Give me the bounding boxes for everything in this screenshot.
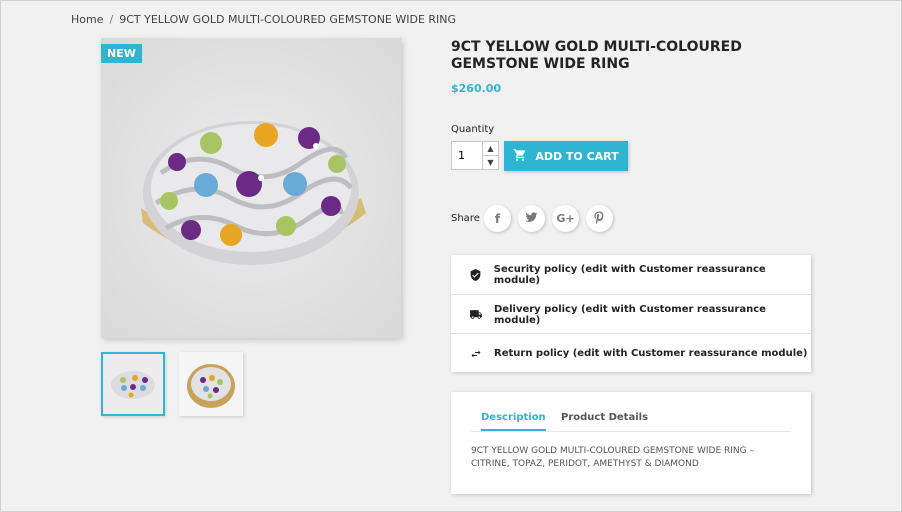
tab-divider — [471, 431, 791, 432]
breadcrumb-home-link[interactable]: Home — [71, 13, 103, 26]
reassurance-text: Return policy (edit with Customer reassu… — [494, 348, 808, 359]
reassurance-text: Delivery policy (edit with Customer reas… — [494, 303, 766, 326]
share-google-plus-button[interactable]: G+ — [552, 205, 579, 232]
pinterest-icon — [593, 211, 606, 227]
add-to-cart-label: ADD TO CART — [535, 149, 619, 163]
thumbnail-1[interactable] — [101, 352, 165, 416]
share-facebook-button[interactable]: f — [484, 205, 511, 232]
breadcrumb-separator: / — [109, 13, 114, 26]
share-pinterest-button[interactable] — [586, 205, 613, 232]
tab-product-details[interactable]: Product Details — [561, 412, 648, 423]
shield-check-icon — [468, 268, 484, 282]
twitter-icon — [525, 211, 538, 227]
product-main-image[interactable] — [101, 38, 401, 338]
quantity-increase-button[interactable]: ▲ — [482, 142, 498, 156]
reassurance-text: Security policy (edit with Customer reas… — [493, 263, 766, 286]
product-price: $260.00 — [451, 82, 502, 95]
add-to-cart-button[interactable]: ADD TO CART — [504, 141, 628, 171]
share-twitter-button[interactable] — [518, 205, 545, 232]
tab-description[interactable]: Description — [481, 412, 546, 431]
quantity-input[interactable] — [452, 142, 484, 169]
share-label: Share — [451, 213, 480, 224]
swap-arrows-icon — [468, 348, 484, 360]
product-title: 9CT YELLOW GOLD MULTI-COLOURED GEMSTONE … — [451, 39, 742, 72]
reassurance-item-return: Return policy (edit with Customer reassu… — [451, 333, 811, 373]
description-text: 9CT YELLOW GOLD MULTI-COLOURED GEMSTONE … — [471, 446, 754, 469]
thumbnail-2[interactable] — [179, 352, 243, 416]
quantity-decrease-button[interactable]: ▼ — [482, 156, 498, 169]
reassurance-block: Security policy (edit with Customer reas… — [451, 255, 811, 372]
product-tabs-card: Description Product Details 9CT YELLOW G… — [451, 392, 811, 494]
chevron-up-icon: ▲ — [487, 144, 494, 153]
reassurance-item-security: Security policy (edit with Customer reas… — [451, 255, 811, 294]
facebook-icon: f — [494, 211, 501, 226]
breadcrumb-current[interactable]: 9CT YELLOW GOLD MULTI-COLOURED GEMSTONE … — [119, 13, 456, 26]
chevron-down-icon: ▼ — [487, 158, 494, 167]
quantity-stepper: ▲ ▼ — [451, 141, 499, 170]
quantity-label: Quantity — [451, 124, 495, 135]
reassurance-item-delivery: Delivery policy (edit with Customer reas… — [451, 294, 811, 334]
cart-icon — [513, 148, 527, 165]
breadcrumb: Home / 9CT YELLOW GOLD MULTI-COLOURED GE… — [71, 13, 456, 26]
google-plus-icon: G+ — [556, 212, 575, 225]
new-badge: NEW — [101, 44, 142, 63]
truck-icon — [468, 308, 484, 321]
